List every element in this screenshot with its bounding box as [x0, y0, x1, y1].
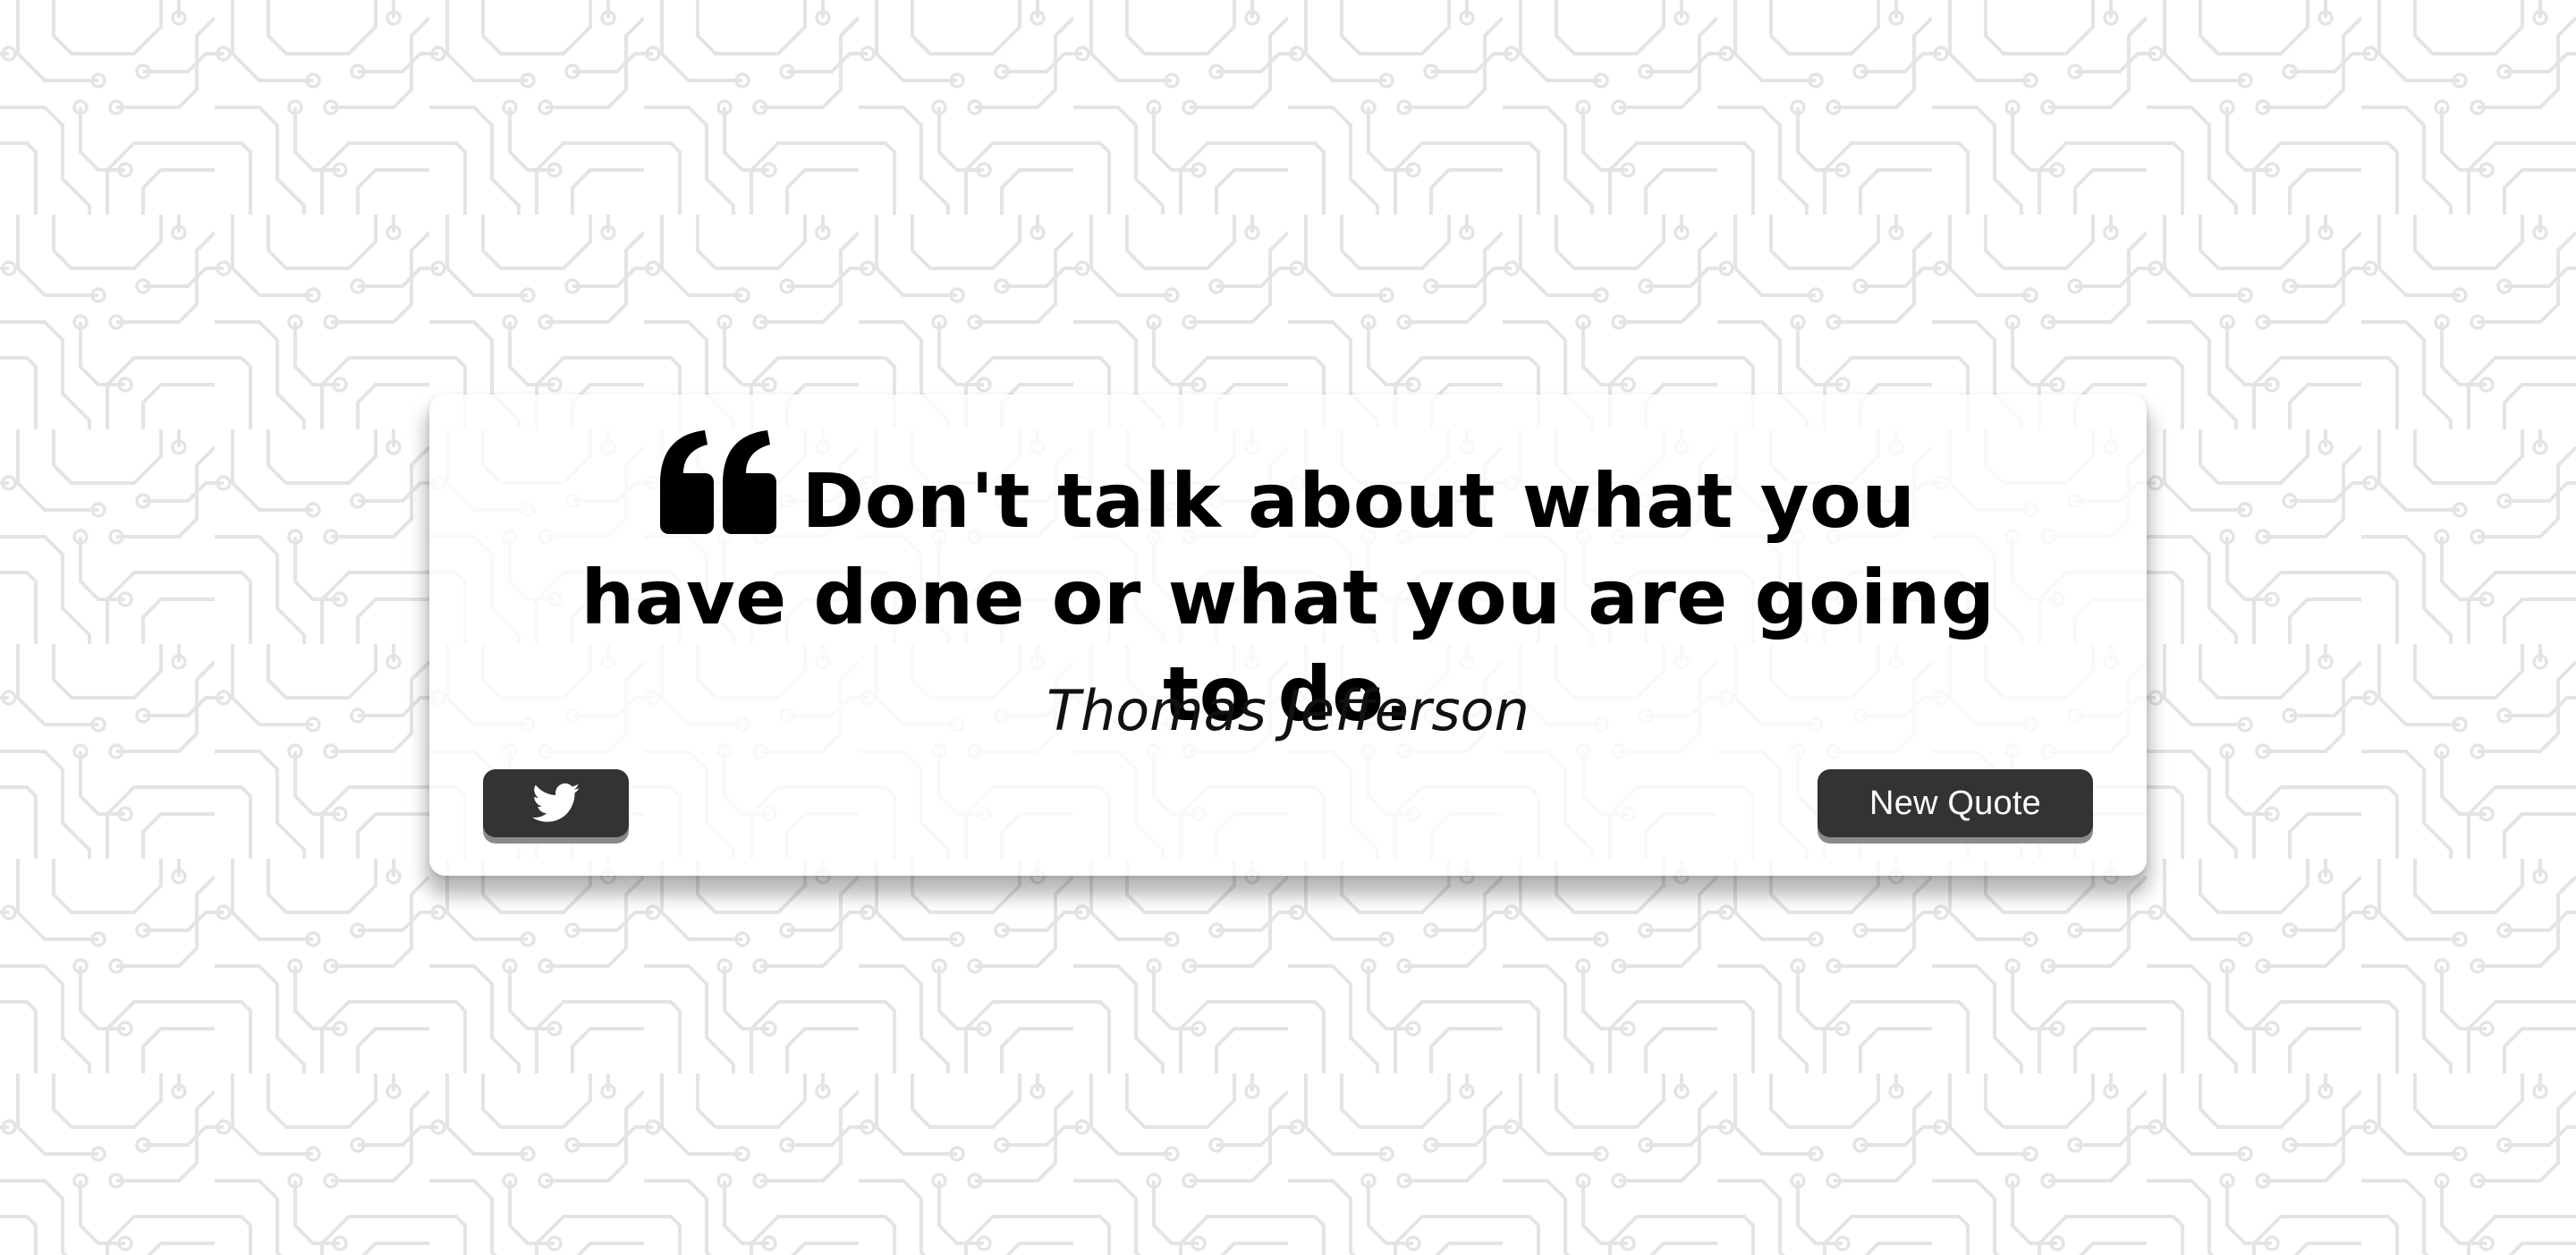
quote-card: Don't talk about what you have done or w…: [429, 394, 2147, 876]
new-quote-button[interactable]: New Quote: [1818, 769, 2093, 837]
twitter-icon: [531, 783, 580, 822]
quote-author: Thomas Jefferson: [1046, 678, 1530, 743]
tweet-button[interactable]: [483, 769, 629, 837]
quote-left-icon: [660, 430, 777, 534]
